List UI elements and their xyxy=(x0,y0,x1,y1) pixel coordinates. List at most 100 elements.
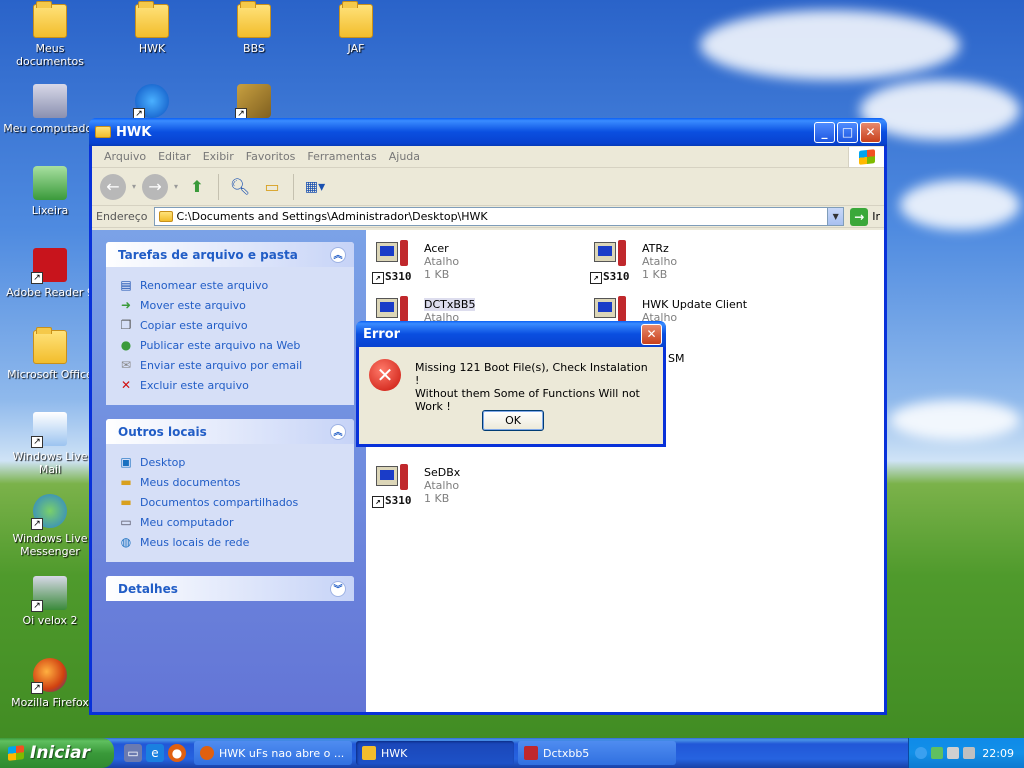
file-item-sedbx[interactable]: ↗ S310 SeDBx Atalho 1 KB xyxy=(372,464,572,516)
messenger-tray-icon[interactable] xyxy=(931,747,943,759)
start-button[interactable]: Iniciar xyxy=(0,738,114,768)
forward-dropdown-icon[interactable]: ▾ xyxy=(174,182,178,191)
folder-icon xyxy=(135,1,169,38)
desktop-icon-hwk-shortcut[interactable]: ↗ xyxy=(104,84,200,122)
error-dialog[interactable]: Error ✕ ✕ Missing 121 Boot File(s), Chec… xyxy=(356,321,666,447)
file-item-acer[interactable]: ↗ S310 Acer Atalho 1 KB xyxy=(372,240,572,292)
details-header[interactable]: Detalhes ︾ xyxy=(106,576,354,601)
tray-expand-icon[interactable] xyxy=(915,747,927,759)
task-rename[interactable]: ▤ Renomear este arquivo xyxy=(118,275,342,295)
desktop-icon-firefox[interactable]: ↗ Mozilla Firefox xyxy=(2,658,98,709)
desktop-icon-windows-live-mail[interactable]: ↗ Windows Live Mail xyxy=(2,412,98,476)
collapse-chevron-icon[interactable]: ︽ xyxy=(330,423,346,440)
views-button[interactable]: ▦▾ xyxy=(302,174,328,200)
cloud xyxy=(890,400,1020,440)
firefox-icon xyxy=(200,746,214,760)
messenger-icon: ↗ xyxy=(31,494,67,530)
file-view[interactable]: ↗ S310 Acer Atalho 1 KB ↗ S310 ATRz Atalho 1 K… xyxy=(366,230,884,712)
cloud xyxy=(900,180,1020,230)
place-my-documents[interactable]: ▬ Meus documentos xyxy=(118,472,342,492)
go-arrow-icon: → xyxy=(850,207,869,226)
rename-icon: ▤ xyxy=(120,278,132,292)
taskbar-task-firefox[interactable]: HWK uFs nao abre o ... xyxy=(194,741,352,765)
desktop-icon-bbs[interactable]: BBS xyxy=(206,1,302,55)
menu-ajuda[interactable]: Ajuda xyxy=(383,150,426,163)
go-button[interactable]: → Ir xyxy=(850,207,880,226)
window-titlebar[interactable]: HWK _ □ ✕ xyxy=(89,118,887,146)
desktop-icon-recycle-bin[interactable]: Lixeira xyxy=(2,166,98,217)
task-move[interactable]: ➜ Mover este arquivo xyxy=(118,295,342,315)
up-folder-button[interactable]: ⬆ xyxy=(184,174,210,200)
back-button[interactable]: ← xyxy=(100,173,126,200)
file-tasks-header[interactable]: Tarefas de arquivo e pasta ︽ xyxy=(106,242,354,267)
address-dropdown-icon[interactable]: ▼ xyxy=(827,208,844,225)
folder-icon: ▬ xyxy=(120,475,132,489)
tools-icon: ↗ xyxy=(235,84,271,120)
task-email[interactable]: ✉ Enviar este arquivo por email xyxy=(118,355,342,375)
task-copy[interactable]: ❐ Copiar este arquivo xyxy=(118,315,342,335)
hwk-app-icon: ↗ xyxy=(133,84,169,120)
menu-favoritos[interactable]: Favoritos xyxy=(240,150,302,163)
address-input[interactable]: C:\Documents and Settings\Administrador\… xyxy=(153,207,845,226)
desktop-icon-jaf[interactable]: JAF xyxy=(308,1,404,55)
desktop-icon-my-documents[interactable]: Meus documentos xyxy=(2,1,98,68)
firefox-icon[interactable]: ● xyxy=(168,744,186,762)
toolbar-separator xyxy=(218,173,220,200)
shortcut-arrow-icon: ↗ xyxy=(31,436,43,448)
task-delete[interactable]: ✕ Excluir este arquivo xyxy=(118,375,342,395)
close-button[interactable]: ✕ xyxy=(860,121,881,143)
volume-tray-icon[interactable] xyxy=(963,747,975,759)
collapse-chevron-icon[interactable]: ︽ xyxy=(330,246,346,263)
recycle-bin-icon xyxy=(33,166,67,200)
toolbar-separator xyxy=(293,173,295,200)
ok-button[interactable]: OK xyxy=(482,410,544,431)
place-network[interactable]: ◍ Meus locais de rede xyxy=(118,532,342,552)
desktop-icon-my-computer[interactable]: Meu computador xyxy=(2,84,98,135)
taskbar-task-dctxbb5[interactable]: Dctxbb5 xyxy=(518,741,676,765)
computer-icon xyxy=(33,84,67,118)
task-pane: Tarefas de arquivo e pasta ︽ ▤ Renomear e… xyxy=(92,230,366,712)
task-publish-web[interactable]: ● Publicar este arquivo na Web xyxy=(118,335,342,355)
other-places-header[interactable]: Outros locais ︽ xyxy=(106,419,354,444)
desktop-icon-oi-velox[interactable]: ↗ Oi velox 2 xyxy=(2,576,98,627)
menu-arquivo[interactable]: Arquivo xyxy=(98,150,152,163)
folder-icon xyxy=(339,1,373,38)
maximize-button[interactable]: □ xyxy=(837,121,858,143)
globe-icon: ● xyxy=(120,338,132,352)
search-button[interactable]: 🔍︎ xyxy=(227,174,253,200)
menu-editar[interactable]: Editar xyxy=(152,150,197,163)
windows-flag-icon xyxy=(858,148,875,165)
file-item-atrz[interactable]: ↗ S310 ATRz Atalho 1 KB xyxy=(590,240,790,292)
internet-explorer-icon[interactable]: e xyxy=(146,744,164,762)
desktop-icon-microsoft-office[interactable]: Microsoft Office xyxy=(2,327,98,381)
minimize-button[interactable]: _ xyxy=(814,121,835,143)
menu-exibir[interactable]: Exibir xyxy=(197,150,240,163)
folder-icon xyxy=(33,327,67,364)
place-my-computer[interactable]: ▭ Meu computador xyxy=(118,512,342,532)
expand-chevron-icon[interactable]: ︾ xyxy=(330,580,346,597)
desktop-icon-windows-live-messenger[interactable]: ↗ Windows Live Messenger xyxy=(2,494,98,558)
taskbar-task-hwk[interactable]: HWK xyxy=(356,741,514,765)
back-dropdown-icon[interactable]: ▾ xyxy=(132,182,136,191)
desktop-icon-adobe-reader[interactable]: ↗ Adobe Reader 9 xyxy=(2,248,98,299)
clock[interactable]: 22:09 xyxy=(982,747,1014,760)
desktop-icon-hwk[interactable]: HWK xyxy=(104,1,200,55)
computer-icon: ▭ xyxy=(120,515,132,529)
shortcut-arrow-icon: ↗ xyxy=(31,272,43,284)
forward-button[interactable]: → xyxy=(142,173,169,200)
place-shared-documents[interactable]: ▬ Documentos compartilhados xyxy=(118,492,342,512)
folder-icon xyxy=(158,211,173,222)
app-icon xyxy=(524,746,538,760)
dialog-close-button[interactable]: ✕ xyxy=(641,323,662,345)
folders-button[interactable]: ▭ xyxy=(259,174,285,200)
desktop-icon: ▣ xyxy=(120,455,132,469)
shortcut-arrow-icon: ↗ xyxy=(31,682,43,694)
move-icon: ➜ xyxy=(120,298,132,312)
menu-ferramentas[interactable]: Ferramentas xyxy=(301,150,382,163)
cloud xyxy=(700,10,960,80)
network-tray-icon[interactable] xyxy=(947,747,959,759)
desktop-icon-tool-shortcut[interactable]: ↗ xyxy=(206,84,302,122)
dialog-titlebar[interactable]: Error ✕ xyxy=(356,321,666,347)
show-desktop-icon[interactable]: ▭ xyxy=(124,744,142,762)
place-desktop[interactable]: ▣ Desktop xyxy=(118,452,342,472)
